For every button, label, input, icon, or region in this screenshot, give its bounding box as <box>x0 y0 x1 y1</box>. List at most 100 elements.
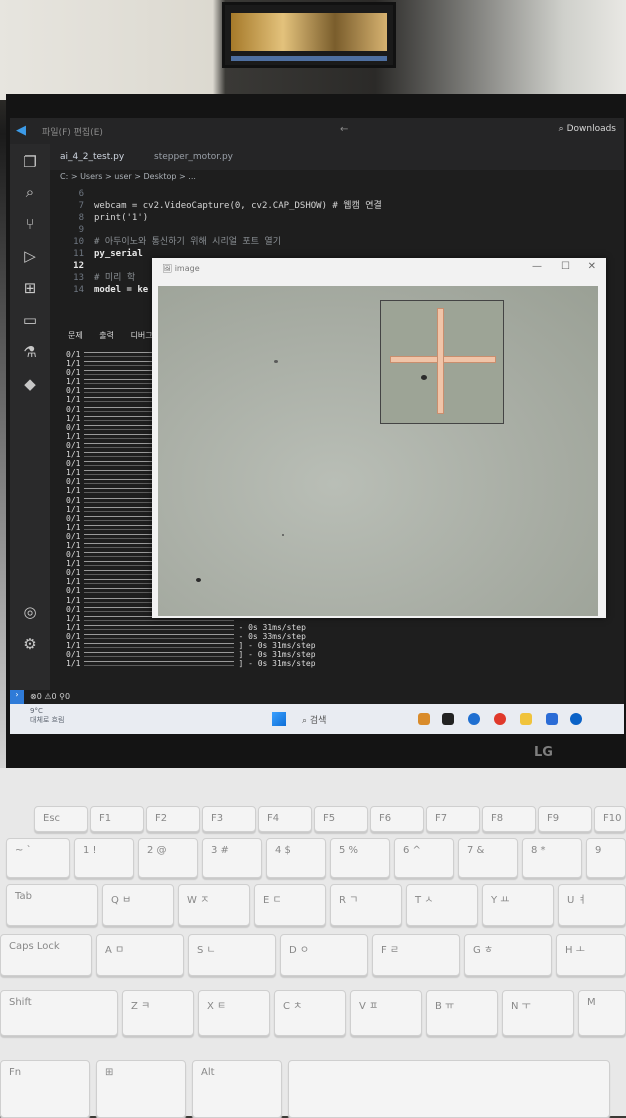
search-icon[interactable]: ⌕ <box>22 184 38 200</box>
key-row1-1[interactable]: F1 <box>90 806 144 832</box>
key-row2-5[interactable]: 5 % <box>330 838 390 878</box>
source-control-icon[interactable]: ⑂ <box>22 216 38 232</box>
minimize-button[interactable]: — <box>532 261 542 272</box>
key-row2-4[interactable]: 4 $ <box>266 838 326 878</box>
key-row1-9[interactable]: F9 <box>538 806 592 832</box>
key-label: ~ ` <box>15 845 32 856</box>
activity-bar: ❐ ⌕ ⑂ ▷ ⊞ ▭ ⚗ ◆ ◎ ⚙ <box>10 144 50 690</box>
command-search-label: Downloads <box>566 124 616 134</box>
explorer-icon[interactable]: ❐ <box>22 154 38 170</box>
taskbar-search[interactable]: ⌕ 검색 <box>302 713 326 726</box>
key-row3-3[interactable]: E ㄷ <box>254 884 326 926</box>
key-label: 9 <box>595 845 602 856</box>
chrome-icon[interactable] <box>494 713 506 725</box>
key-row2-7[interactable]: 7 & <box>458 838 518 878</box>
key-label: Alt <box>201 1067 215 1078</box>
key-row1-8[interactable]: F8 <box>482 806 536 832</box>
key-label: U ㅕ <box>567 895 587 906</box>
breadcrumb[interactable]: C: > Users > user > Desktop > ... <box>60 172 196 181</box>
key-label: V ㅍ <box>359 1001 379 1012</box>
tab-output[interactable]: 출력 <box>99 331 114 340</box>
key-row4-4[interactable]: F ㄹ <box>372 934 460 976</box>
key-row2-6[interactable]: 6 ^ <box>394 838 454 878</box>
key-row6-1[interactable]: ⊞ <box>96 1060 186 1118</box>
key-row1-7[interactable]: F7 <box>426 806 480 832</box>
crosshair-horizontal <box>391 357 495 362</box>
back-arrow-icon[interactable]: ← <box>340 124 348 135</box>
key-row6-0[interactable]: Fn <box>0 1060 90 1118</box>
opencv-image-window[interactable]: 🖼 image — ☐ ✕ <box>152 258 606 618</box>
testing-icon[interactable]: ⚗ <box>22 344 38 360</box>
remote-explorer-icon[interactable]: ▭ <box>22 312 38 328</box>
maximize-button[interactable]: ☐ <box>561 261 570 272</box>
key-row5-6[interactable]: N ㅜ <box>502 990 574 1036</box>
command-search[interactable]: ⌕ Downloads <box>559 124 616 134</box>
window-title: 🖼 image <box>162 264 200 273</box>
windows-start-icon[interactable] <box>272 712 286 726</box>
key-row6-2[interactable]: Alt <box>192 1060 282 1118</box>
key-row1-10[interactable]: F10 <box>594 806 626 832</box>
weather-temp: 9°C <box>30 707 43 715</box>
key-row2-1[interactable]: 1 ! <box>74 838 134 878</box>
key-row3-6[interactable]: Y ㅛ <box>482 884 554 926</box>
key-row4-5[interactable]: G ㅎ <box>464 934 552 976</box>
run-debug-icon[interactable]: ▷ <box>22 248 38 264</box>
key-row3-7[interactable]: U ㅕ <box>558 884 626 926</box>
key-row4-6[interactable]: H ㅗ <box>556 934 626 976</box>
camera-frame <box>158 286 598 616</box>
key-row1-5[interactable]: F5 <box>314 806 368 832</box>
tab-ai-test[interactable]: ai_4_2_test.py <box>60 152 124 162</box>
key-row3-4[interactable]: R ㄱ <box>330 884 402 926</box>
key-row5-0[interactable]: Shift <box>0 990 118 1036</box>
key-label: 3 # <box>211 845 229 856</box>
settings-gear-icon[interactable]: ⚙ <box>22 636 38 652</box>
file-explorer-icon[interactable] <box>520 713 532 725</box>
problems-status[interactable]: ⊗0 ⚠0 ⚲0 <box>30 692 70 701</box>
key-label: F2 <box>155 813 168 824</box>
key-label: F4 <box>267 813 280 824</box>
key-row5-1[interactable]: Z ㅋ <box>122 990 194 1036</box>
key-row2-2[interactable]: 2 @ <box>138 838 198 878</box>
key-row3-5[interactable]: T ㅅ <box>406 884 478 926</box>
key-row4-3[interactable]: D ㅇ <box>280 934 368 976</box>
remote-icon[interactable]: › <box>10 690 24 704</box>
key-row1-4[interactable]: F4 <box>258 806 312 832</box>
key-row4-2[interactable]: S ㄴ <box>188 934 276 976</box>
toolbox-app-icon[interactable] <box>418 713 430 725</box>
key-row2-9[interactable]: 9 <box>586 838 626 878</box>
tab-stepper-motor[interactable]: stepper_motor.py <box>154 152 233 162</box>
tab-debug-console[interactable]: 디버그 <box>131 331 153 340</box>
chat-app-icon[interactable] <box>468 713 480 725</box>
dust-speck <box>196 578 201 582</box>
key-row3-0[interactable]: Tab <box>6 884 98 926</box>
tab-problems[interactable]: 문제 <box>68 331 83 340</box>
key-row2-3[interactable]: 3 # <box>202 838 262 878</box>
terminal-app-icon[interactable] <box>442 713 454 725</box>
title-menu[interactable]: 파일(F) 편집(E) <box>42 125 103 138</box>
close-button[interactable]: ✕ <box>588 261 596 272</box>
key-row5-3[interactable]: C ㅊ <box>274 990 346 1036</box>
store-icon[interactable] <box>546 713 558 725</box>
key-row5-2[interactable]: X ㅌ <box>198 990 270 1036</box>
dust-speck <box>274 360 278 363</box>
key-row2-0[interactable]: ~ ` <box>6 838 70 878</box>
key-row2-8[interactable]: 8 * <box>522 838 582 878</box>
key-row3-2[interactable]: W ㅈ <box>178 884 250 926</box>
key-row1-2[interactable]: F2 <box>146 806 200 832</box>
extensions-icon[interactable]: ⊞ <box>22 280 38 296</box>
key-row1-3[interactable]: F3 <box>202 806 256 832</box>
key-row5-5[interactable]: B ㅠ <box>426 990 498 1036</box>
key-row5-4[interactable]: V ㅍ <box>350 990 422 1036</box>
key-row5-7[interactable]: M <box>578 990 626 1036</box>
key-row3-1[interactable]: Q ㅂ <box>102 884 174 926</box>
key-row4-1[interactable]: A ㅁ <box>96 934 184 976</box>
key-label: R ㄱ <box>339 895 359 906</box>
weather-widget[interactable]: 9°C 대체로 흐림 <box>30 707 64 725</box>
key-row1-6[interactable]: F6 <box>370 806 424 832</box>
account-icon[interactable]: ◎ <box>22 604 38 620</box>
edge-icon[interactable] <box>570 713 582 725</box>
python-icon[interactable]: ◆ <box>22 376 38 392</box>
key-row4-0[interactable]: Caps Lock <box>0 934 92 976</box>
key-row1-0[interactable]: Esc <box>34 806 88 832</box>
key-row6-3[interactable] <box>288 1060 610 1118</box>
